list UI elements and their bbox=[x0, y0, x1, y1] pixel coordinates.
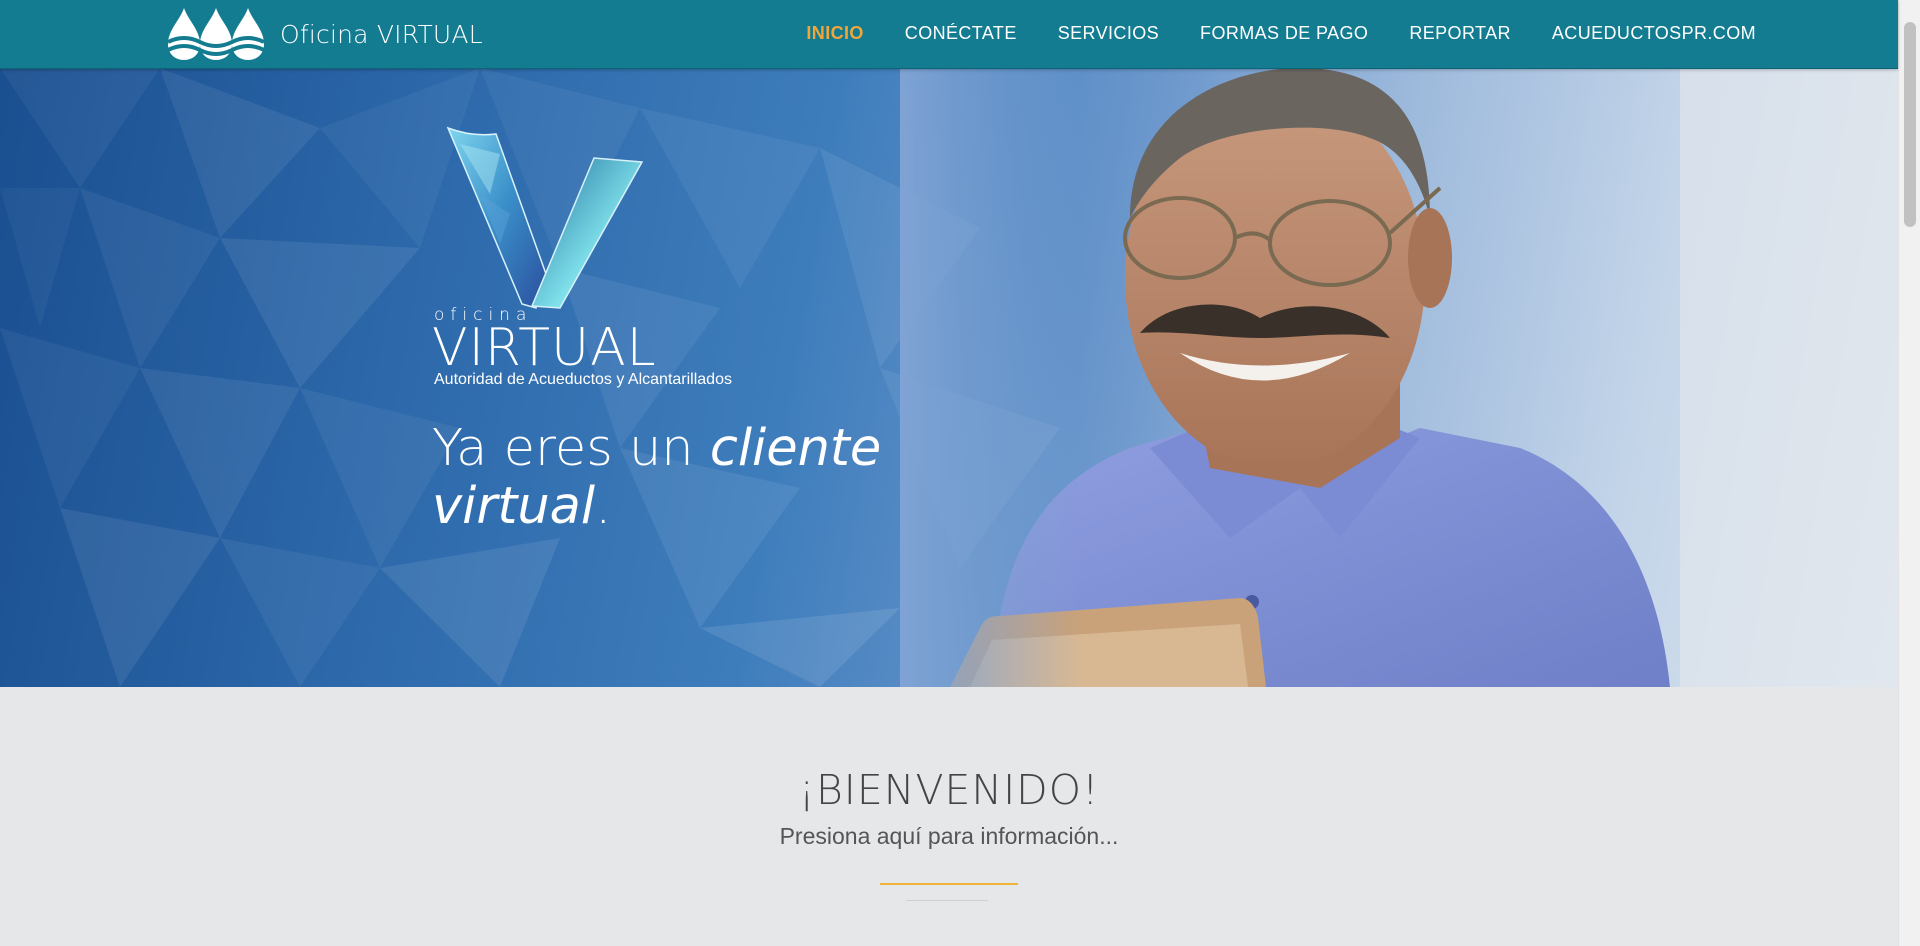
hero-banner: oficina VIRTUAL Autoridad de Acueductos … bbox=[0, 68, 1898, 687]
brand[interactable]: Oficina VIRTUAL bbox=[166, 6, 483, 62]
nav-inicio[interactable]: INICIO bbox=[806, 23, 863, 44]
smiling-man-photo bbox=[900, 68, 1898, 687]
tagline-italic-2: virtual bbox=[432, 477, 596, 536]
info-link[interactable]: Presiona aquí para información... bbox=[0, 823, 1898, 850]
top-navbar: Oficina VIRTUAL INICIO CONÉCTATE SERVICI… bbox=[0, 0, 1898, 69]
tagline-italic-1: cliente bbox=[709, 419, 882, 478]
scrollbar-thumb[interactable] bbox=[1904, 22, 1916, 227]
nav-reportar[interactable]: REPORTAR bbox=[1409, 23, 1511, 44]
nav-acueductospr[interactable]: ACUEDUCTOSPR.COM bbox=[1552, 23, 1756, 44]
gold-divider bbox=[880, 883, 1018, 885]
oficina-virtual-v-logo bbox=[446, 126, 644, 309]
welcome-title: ¡BIENVENIDO! bbox=[798, 766, 1100, 814]
welcome-section: ¡BIENVENIDO! Presiona aquí para informac… bbox=[0, 687, 1898, 946]
tagline-plain: Ya eres un bbox=[432, 419, 710, 478]
page-scrollbar[interactable] bbox=[1898, 0, 1920, 946]
brand-name: Oficina VIRTUAL bbox=[280, 19, 483, 49]
nav-servicios[interactable]: SERVICIOS bbox=[1058, 23, 1159, 44]
main-nav: INICIO CONÉCTATE SERVICIOS FORMAS DE PAG… bbox=[765, 0, 1756, 66]
tagline-end: . bbox=[595, 477, 612, 536]
gray-divider bbox=[906, 900, 988, 901]
logo-subtitle: Autoridad de Acueductos y Alcantarillado… bbox=[434, 371, 732, 388]
nav-formas-de-pago[interactable]: FORMAS DE PAGO bbox=[1200, 23, 1368, 44]
nav-conectate[interactable]: CONÉCTATE bbox=[905, 23, 1017, 44]
hero-tagline: Ya eres un cliente virtual. bbox=[432, 420, 952, 536]
logo-virtual-text: VIRTUAL bbox=[432, 318, 657, 378]
water-drops-logo-icon bbox=[166, 6, 266, 62]
